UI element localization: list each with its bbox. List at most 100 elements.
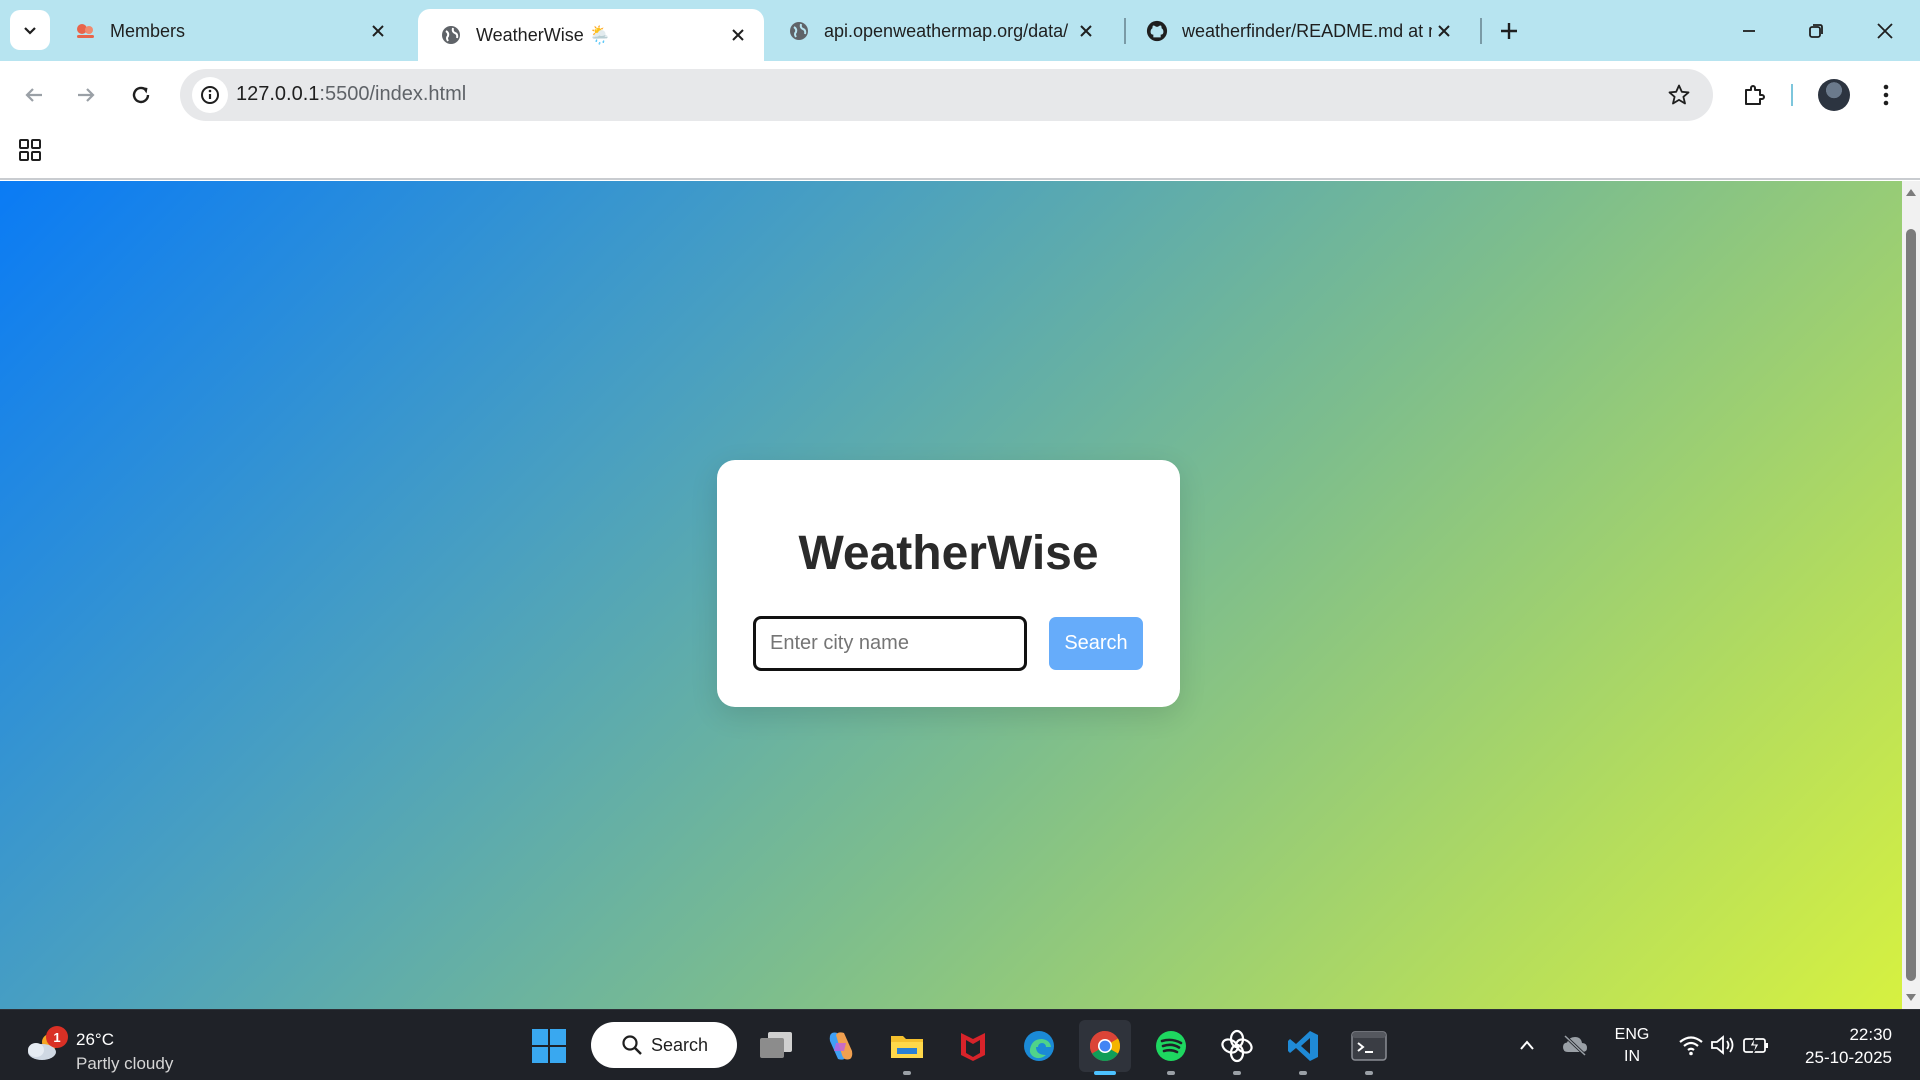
tab-title: api.openweathermap.org/data/ — [824, 20, 1069, 41]
weather-widget[interactable]: 1 26°C Partly cloudy — [26, 1018, 196, 1074]
restore-icon — [1809, 24, 1823, 38]
tab-title: weatherfinder/README.md at m — [1182, 20, 1432, 41]
show-hidden-icons-button[interactable] — [1515, 1028, 1539, 1062]
back-button[interactable] — [14, 75, 54, 115]
chrome-app[interactable] — [1079, 1020, 1131, 1075]
kebab-menu-icon — [1883, 84, 1889, 106]
task-view-button[interactable] — [750, 1020, 802, 1072]
vscode-icon — [1288, 1031, 1318, 1061]
close-window-button[interactable] — [1868, 14, 1902, 48]
close-icon[interactable] — [726, 23, 750, 47]
browser-toolbar: 127.0.0.1:5500/index.html — [0, 61, 1920, 129]
file-explorer-app[interactable] — [881, 1020, 933, 1075]
close-icon[interactable] — [1432, 19, 1456, 43]
mcafee-app[interactable] — [947, 1020, 999, 1072]
battery-charging-icon — [1743, 1036, 1768, 1055]
site-info-button[interactable] — [192, 77, 228, 113]
chrome-icon — [1089, 1031, 1121, 1062]
minimize-icon — [1743, 30, 1755, 32]
region-code: IN — [1624, 1048, 1640, 1065]
running-indicator — [1365, 1071, 1373, 1075]
notification-badge: 1 — [46, 1026, 68, 1048]
city-input[interactable] — [753, 616, 1027, 671]
url-host: 127.0.0.1 — [236, 83, 320, 105]
task-view-icon — [760, 1032, 792, 1058]
arrow-right-icon — [78, 88, 95, 102]
terminal-app[interactable] — [1343, 1020, 1395, 1075]
plus-icon — [1501, 23, 1517, 39]
cloud-offline-icon — [1563, 1034, 1587, 1056]
active-indicator — [1094, 1071, 1116, 1075]
scrollbar-thumb[interactable] — [1906, 229, 1916, 981]
profile-avatar[interactable] — [1818, 79, 1850, 111]
new-tab-button[interactable] — [1494, 16, 1524, 46]
running-indicator — [1233, 1071, 1241, 1075]
start-button[interactable] — [523, 1020, 575, 1072]
weather-temperature: 26°C — [76, 1030, 114, 1049]
globe-icon — [440, 24, 462, 46]
puzzle-icon — [1745, 85, 1765, 105]
close-icon[interactable] — [1074, 19, 1098, 43]
weather-condition: Partly cloudy — [76, 1054, 174, 1073]
search-icon — [622, 1035, 642, 1055]
taskbar-search[interactable]: Search — [591, 1022, 737, 1068]
onedrive-status[interactable] — [1560, 1028, 1590, 1062]
chatgpt-icon — [1221, 1029, 1253, 1063]
tab-search-button[interactable] — [10, 10, 50, 50]
spotify-icon — [1156, 1031, 1186, 1061]
apps-grid-icon[interactable] — [18, 138, 42, 162]
vscode-app[interactable] — [1277, 1020, 1329, 1075]
minimize-button[interactable] — [1732, 14, 1766, 48]
chatgpt-app[interactable] — [1211, 1020, 1263, 1075]
github-icon — [1146, 20, 1168, 42]
restore-button[interactable] — [1799, 14, 1833, 48]
forward-button[interactable] — [66, 75, 106, 115]
url-text[interactable]: 127.0.0.1:5500/index.html — [236, 83, 466, 106]
vertical-scrollbar[interactable] — [1902, 181, 1920, 1009]
bookmark-star-icon[interactable] — [1667, 83, 1691, 107]
copilot-app[interactable] — [815, 1020, 867, 1072]
scroll-down-arrow-icon[interactable] — [1905, 991, 1917, 1005]
chevron-up-icon — [1520, 1040, 1534, 1050]
mcafee-icon — [961, 1033, 985, 1061]
scroll-up-arrow-icon[interactable] — [1905, 185, 1917, 199]
start-icon — [532, 1029, 566, 1063]
reload-icon — [132, 86, 150, 104]
info-icon — [201, 86, 219, 104]
tab-title: WeatherWise 🌦️ — [476, 24, 612, 45]
running-indicator — [1299, 1071, 1307, 1075]
system-clock[interactable]: 22:30 25-10-2025 — [1790, 1023, 1892, 1069]
page-title: WeatherWise — [798, 527, 1099, 580]
windows-taskbar: 1 26°C Partly cloudy Search ENG IN 22:30… — [0, 1009, 1920, 1080]
wifi-icon — [1679, 1036, 1703, 1056]
taskbar-search-label: Search — [651, 1034, 709, 1055]
search-button[interactable]: Search — [1049, 617, 1143, 670]
close-icon[interactable] — [366, 19, 390, 43]
tab-strip: Members WeatherWise 🌦️ api.openweatherma… — [0, 0, 1920, 61]
file-explorer-icon — [891, 1036, 923, 1058]
close-icon — [1877, 23, 1893, 39]
terminal-icon — [1351, 1031, 1387, 1061]
running-indicator — [1167, 1071, 1175, 1075]
copilot-icon — [829, 1032, 853, 1060]
edge-app[interactable] — [1013, 1020, 1065, 1072]
spotify-app[interactable] — [1145, 1020, 1197, 1075]
tab-members[interactable]: Members — [52, 9, 404, 53]
url-path: :5500/index.html — [319, 83, 467, 105]
browser-menu-button[interactable] — [1866, 75, 1906, 115]
members-favicon — [74, 20, 96, 42]
tab-openweathermap[interactable]: api.openweathermap.org/data/ — [766, 9, 1112, 53]
search-card: WeatherWise Search — [717, 460, 1180, 707]
tab-title: Members — [110, 20, 186, 41]
tab-github-readme[interactable]: weatherfinder/README.md at m — [1124, 9, 1470, 53]
globe-icon — [788, 20, 810, 42]
language-code: ENG — [1614, 1026, 1650, 1043]
address-bar[interactable]: 127.0.0.1:5500/index.html — [180, 69, 1713, 121]
input-language[interactable]: ENG IN — [1610, 1024, 1654, 1068]
extensions-button[interactable] — [1734, 75, 1774, 115]
bookmarks-bar — [0, 129, 1920, 180]
reload-button[interactable] — [121, 75, 161, 115]
network-volume-battery[interactable] — [1676, 1028, 1772, 1062]
tab-weatherwise[interactable]: WeatherWise 🌦️ — [418, 9, 764, 61]
page-viewport: WeatherWise Search — [0, 181, 1920, 1009]
